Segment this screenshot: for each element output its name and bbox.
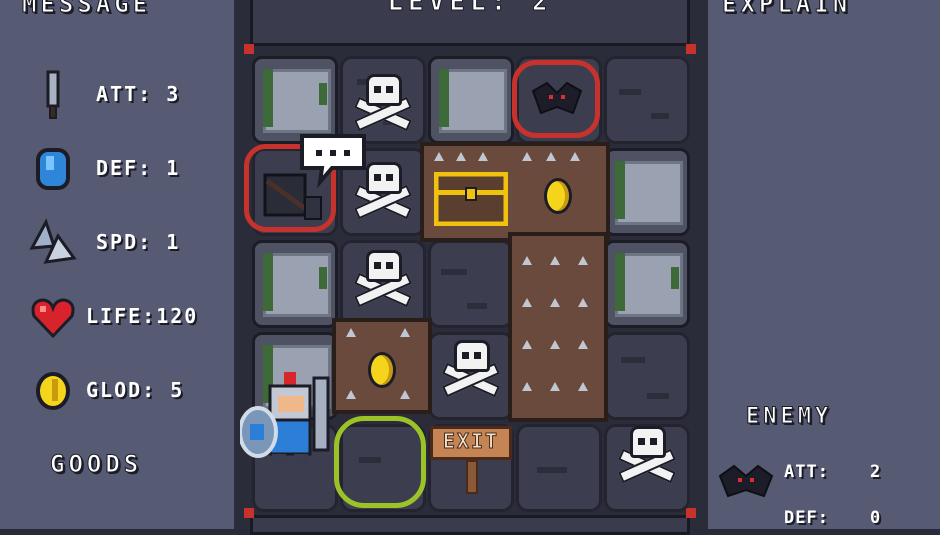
wall-tile [252, 56, 338, 144]
spike [522, 298, 532, 307]
skeleton-enemy-icon[interactable] [352, 248, 412, 308]
spike [434, 152, 444, 161]
enemy-defense-value: 0 [870, 508, 882, 528]
floor-tile[interactable] [428, 240, 514, 328]
wall-tile [428, 56, 514, 144]
gold-coin-icon[interactable] [368, 352, 396, 388]
exit-sign[interactable]: EXIT [430, 426, 512, 494]
spike [456, 152, 466, 161]
spike [400, 328, 410, 337]
floor-tile[interactable] [604, 56, 690, 144]
exit-label: EXIT [442, 429, 500, 454]
stat-defense: DEF: 1 [28, 144, 228, 194]
spike [578, 298, 588, 307]
skeleton-enemy-icon[interactable] [440, 338, 500, 398]
stat-life: LIFE:120 [28, 292, 228, 342]
gold-label: GLOD: 5 [86, 378, 185, 402]
selected-enemy-ring[interactable] [512, 60, 600, 138]
stat-gold: GLOD: 5 [28, 366, 228, 416]
wall-tile [604, 240, 690, 328]
spike [550, 298, 560, 307]
wall-tile [252, 240, 338, 328]
spike [522, 152, 532, 161]
skeleton-enemy-icon[interactable] [352, 72, 412, 132]
stat-attack: ATT: 3 [28, 70, 228, 120]
spike [478, 152, 488, 161]
defense-label: DEF: 1 [96, 156, 181, 180]
wing-boots-icon [29, 218, 77, 264]
goods-button[interactable]: GOODS [49, 450, 142, 479]
spike [522, 382, 532, 391]
level-label: LEVEL: 2 [387, 0, 553, 18]
explain-panel: EXPLAIN ENEMY ATT: 2 DEF: 0 [708, 0, 940, 529]
attack-label: ATT: 3 [96, 82, 181, 106]
sword-icon [46, 70, 60, 119]
spike [522, 256, 532, 265]
spike [522, 340, 532, 349]
explain-title: EXPLAIN [721, 0, 852, 19]
spike [578, 382, 588, 391]
spike [578, 256, 588, 265]
hero-knight-icon[interactable] [240, 368, 344, 478]
skeleton-enemy-icon[interactable] [616, 424, 676, 484]
heart-icon [31, 298, 75, 339]
enemy-defense-label: DEF: [784, 508, 829, 528]
enemy-header: ENEMY [745, 404, 833, 430]
spike [346, 328, 356, 337]
message-title: MESSAGE [21, 0, 152, 19]
shield-gem-icon [36, 148, 70, 190]
bottom-bar [250, 515, 690, 535]
corner-marker [244, 44, 254, 54]
stat-speed: SPD: 1 [28, 218, 228, 268]
wall-tile [604, 148, 690, 236]
spike [550, 340, 560, 349]
corner-marker [686, 44, 696, 54]
bat-icon [718, 464, 774, 498]
level-bar: LEVEL: 2 [250, 0, 690, 46]
move-target-ring[interactable] [334, 416, 426, 508]
spike [546, 152, 556, 161]
spike [550, 382, 560, 391]
speed-label: SPD: 1 [96, 230, 181, 254]
enemy-attack-label: ATT: [784, 462, 829, 482]
dungeon-grid: EXIT [240, 56, 690, 516]
spike [400, 390, 410, 399]
speech-bubble [300, 134, 366, 188]
stats-panel: MESSAGE ATT: 3 DEF: 1 SPD: 1 LIFE:120 GL… [0, 0, 234, 529]
treasure-chest-icon[interactable] [434, 172, 508, 226]
floor-tile[interactable] [604, 332, 690, 420]
gold-coin-icon[interactable] [544, 178, 572, 214]
spike [550, 256, 560, 265]
gold-coin-icon [36, 372, 70, 410]
enemy-attack-value: 2 [870, 462, 882, 482]
spike [570, 152, 580, 161]
spike [578, 340, 588, 349]
spike [346, 390, 356, 399]
bat-icon [531, 81, 583, 115]
floor-tile[interactable] [516, 424, 602, 512]
life-label: LIFE:120 [86, 304, 199, 328]
